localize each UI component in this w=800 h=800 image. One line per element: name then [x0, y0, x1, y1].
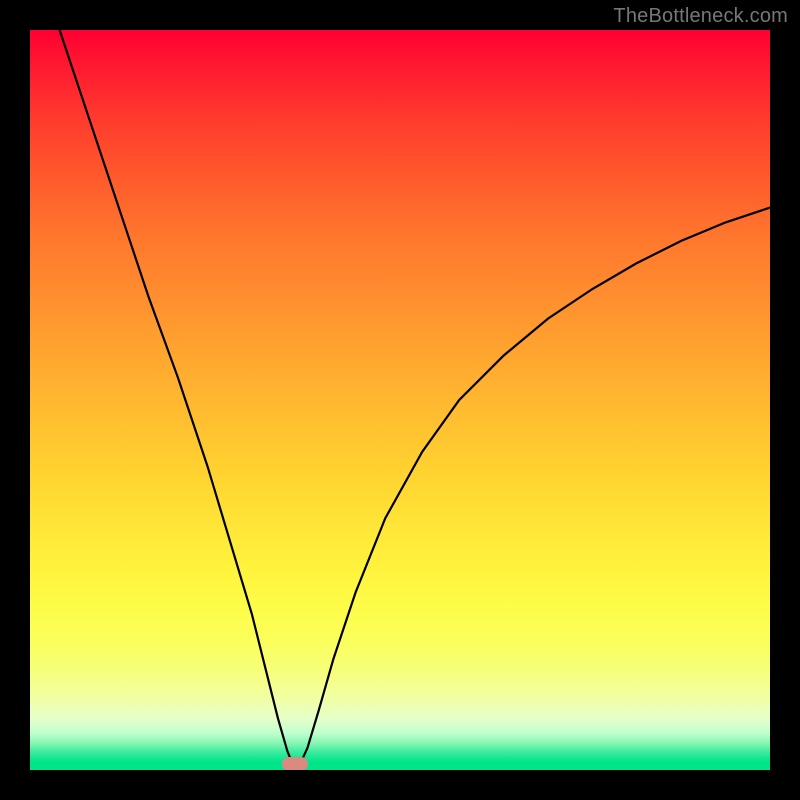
optimal-marker: [282, 757, 308, 770]
chart-frame: TheBottleneck.com: [0, 0, 800, 800]
curve-layer: [30, 30, 770, 770]
plot-area: [30, 30, 770, 770]
bottleneck-curve: [60, 30, 770, 768]
watermark-text: TheBottleneck.com: [613, 5, 788, 28]
